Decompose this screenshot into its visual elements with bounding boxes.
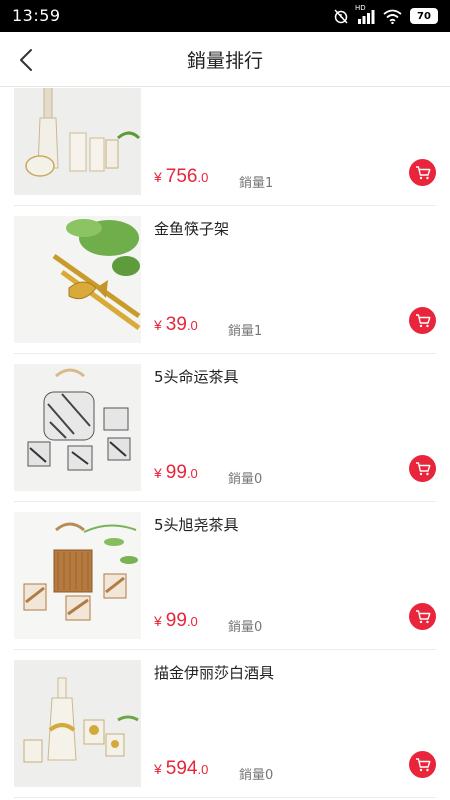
divider [14,797,436,798]
cart-icon [415,609,430,623]
product-price: ¥99.0 [154,610,198,632]
list-item[interactable]: 金鱼筷子架 ¥39.0 銷量1 [0,206,450,354]
cart-icon [415,165,430,179]
price-decimal: .0 [197,762,209,777]
price-decimal: .0 [186,318,198,333]
price-integer: 594 [165,758,198,779]
list-item[interactable]: ¥756.0 銷量1 [0,88,450,206]
product-price: ¥756.0 [154,166,208,188]
alarm-off-icon [333,8,349,24]
price-integer: 756 [165,166,198,187]
price-integer: 39 [165,314,187,335]
product-image[interactable] [14,364,141,491]
product-name: 描金伊丽莎白酒具 [154,664,275,682]
product-name: 5头旭尧茶具 [154,516,239,534]
product-list: ¥756.0 銷量1 金鱼筷子架 ¥39.0 銷量1 5头命运茶具 ¥ 99.0… [0,88,450,800]
cart-icon [415,757,430,771]
currency-symbol: ¥ [154,613,162,629]
list-item[interactable]: 5头旭尧茶具 ¥99.0 銷量0 [0,502,450,650]
product-image[interactable] [14,660,141,787]
add-to-cart-button[interactable] [409,307,436,334]
list-item[interactable]: 描金伊丽莎白酒具 ¥594.0 銷量0 [0,650,450,798]
product-name: 5头命运茶具 [154,368,239,386]
add-to-cart-button[interactable] [409,751,436,778]
network-label: HD [355,3,366,12]
cart-icon [415,461,430,475]
price-decimal: .0 [186,614,198,629]
product-price: ¥39.0 [154,314,198,336]
status-icons: HD 70 [333,4,438,25]
nav-bar: 銷量排行 [0,32,450,87]
status-time: 13:59 [12,6,61,25]
product-image[interactable] [14,216,141,343]
sales-count: 銷量0 [228,620,263,635]
status-bar: 13:59 HD 70 [0,0,450,32]
price-integer: 99 [165,462,187,483]
sales-count: 銷量0 [228,472,263,487]
cart-icon [415,313,430,327]
currency-symbol: ¥ [154,317,162,333]
currency-symbol: ¥ [154,465,162,481]
price-decimal: .0 [197,170,209,185]
sales-count: 銷量1 [228,324,263,339]
product-name: 金鱼筷子架 [154,220,230,238]
product-price: ¥594.0 [154,758,208,780]
add-to-cart-button[interactable] [409,159,436,186]
currency-symbol: ¥ [154,761,162,777]
price-integer: 99 [165,610,187,631]
price-decimal: .0 [186,466,198,481]
product-price: ¥99.0 [154,462,198,484]
wifi-icon [383,9,402,24]
product-image[interactable] [14,512,141,639]
signal-icon: HD [355,4,375,24]
list-item[interactable]: 5头命运茶具 ¥99.0 銷量0 [0,354,450,502]
sales-count: 銷量0 [239,768,274,783]
add-to-cart-button[interactable] [409,455,436,482]
product-image[interactable] [14,88,141,195]
battery-icon: 70 [410,8,438,24]
sales-count: 銷量1 [239,176,274,191]
add-to-cart-button[interactable] [409,603,436,630]
page-title: 銷量排行 [186,50,263,72]
currency-symbol: ¥ [154,169,162,185]
